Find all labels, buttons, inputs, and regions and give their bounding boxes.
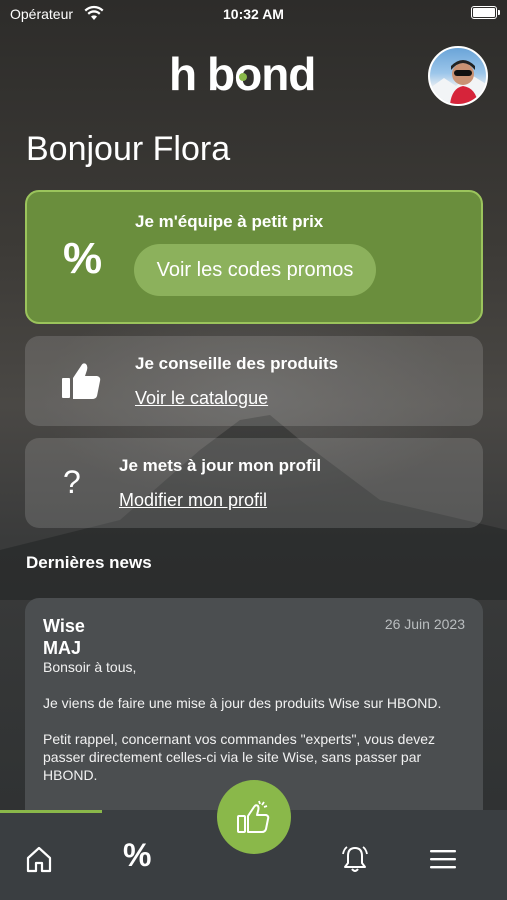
catalog-card-title: Je conseille des produits [135,354,339,373]
promo-card-title: Je m'équipe à petit prix [135,212,324,231]
clock: 10:32 AM [223,6,284,22]
bell-icon[interactable] [340,844,370,874]
profile-card-title: Je mets à jour mon profil [119,456,322,475]
promo-card[interactable]: % Je m'équipe à petit prix Voir les code… [25,190,483,324]
svg-text:bond: bond [207,52,315,96]
news-paragraph: Bonsoir à tous, [43,659,137,675]
hbond-logo: h bond [169,48,316,100]
edit-profile-link[interactable]: Modifier mon profil [119,490,267,511]
news-heading: Dernières news [26,553,152,572]
news-paragraph: Je viens de faire une mise à jour des pr… [43,695,442,711]
greeting-title: Bonjour Flora [26,130,231,168]
active-tab-indicator [0,810,102,813]
news-brand: Wise [43,616,85,636]
menu-icon[interactable] [428,844,458,874]
question-icon: ? [63,464,81,500]
news-subject: MAJ [43,638,82,658]
percent-icon: % [63,234,103,283]
profile-card[interactable]: ? Je mets à jour mon profil Modifier mon… [25,438,483,528]
news-paragraph: Petit rappel, concernant vos commandes "… [43,731,436,783]
promo-codes-button[interactable]: Voir les codes promos [134,244,376,296]
avatar-photo [430,60,486,104]
catalog-link[interactable]: Voir le catalogue [135,388,268,409]
battery-icon [471,6,500,19]
thumbs-up-icon [237,800,270,833]
status-bar: Opérateur 10:32 AM [0,0,507,30]
svg-text:h: h [169,52,196,96]
home-icon[interactable] [24,844,54,874]
news-date: 26 Juin 2023 [384,616,465,632]
catalog-card[interactable]: Je conseille des produits Voir le catalo… [25,336,483,426]
thumbs-up-icon [62,363,101,399]
user-avatar[interactable] [428,46,488,106]
recommend-fab-button[interactable] [217,780,291,854]
percent-icon[interactable]: % [123,839,153,871]
